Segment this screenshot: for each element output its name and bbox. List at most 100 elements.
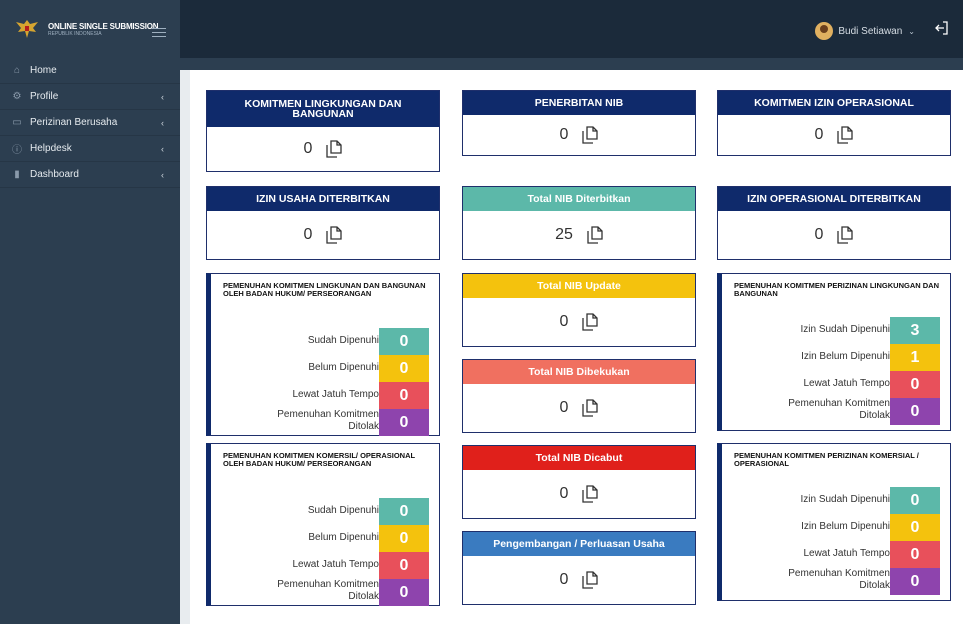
stat-perizinan-komersial: PEMENUHAN KOMITMEN PERIZINAN KOMERSIAL /… [717,443,951,601]
card-value: 0 [559,571,569,588]
card-value: 25 [555,226,573,243]
document-icon: ▭ [12,117,22,128]
chevron-left-icon: ‹ [161,169,164,180]
stat-label: Pemenuhan Komitmen Ditolak [277,579,379,602]
document-copy-icon [837,126,854,144]
sidebar-item-label: Dashboard [30,169,79,180]
chevron-left-icon: ‹ [161,91,164,102]
stat-value: 0 [379,498,429,525]
stat-title: PEMENUHAN KOMITMEN PERIZINAN LINGKUNGAN … [734,281,939,298]
sidebar-item-home[interactable]: ⌂ Home [0,58,180,84]
home-icon: ⌂ [13,65,21,76]
card-title: Total NIB Diterbitkan [463,187,695,211]
document-copy-icon [587,226,603,244]
card-title: PENERBITAN NIB [463,91,695,115]
stat-label: Pemenuhan Komitmen Ditolak [788,398,890,421]
card-title: KOMITMEN LINGKUNGAN DAN BANGUNAN [207,91,439,127]
stat-label: Lewat Jatuh Tempo [292,389,379,400]
sidebar: ⌂ Home ⚙ Profile ‹ ▭ Perizinan Berusaha … [0,58,180,624]
user-menu[interactable]: Budi Setiawan ⌄ [815,22,915,40]
card-pengembangan: Pengembangan / Perluasan Usaha 0 [462,531,696,605]
stat-label: Lewat Jatuh Tempo [803,548,890,559]
sidebar-item-helpdesk[interactable]: ⓘ Helpdesk ‹ [0,136,180,162]
sidebar-item-label: Home [30,65,57,76]
stat-value: 3 [890,317,940,344]
info-icon: ⓘ [12,145,22,156]
stat-value: 0 [379,552,429,579]
top-navbar: ONLINE SINGLE SUBMISSION REPUBLIK INDONE… [0,0,963,58]
chevron-left-icon: ‹ [161,143,164,154]
card-value: 0 [559,126,569,143]
stat-value: 0 [890,568,940,595]
stat-row: Sudah Dipenuhi 0 [211,328,439,355]
document-copy-icon [582,399,599,417]
card-title: Pengembangan / Perluasan Usaha [463,532,695,556]
stat-label: Izin Sudah Dipenuhi [800,494,890,505]
sidebar-item-profile[interactable]: ⚙ Profile ‹ [0,84,180,110]
stat-row: Sudah Dipenuhi 0 [211,498,439,525]
garuda-logo-icon [16,20,38,38]
card-value: 0 [559,485,569,502]
chevron-left-icon: ‹ [161,117,164,128]
stat-value: 0 [379,382,429,409]
content-header-strip [180,58,963,70]
card-komitmen-izin-operasional: KOMITMEN IZIN OPERASIONAL 0 [717,90,951,156]
document-copy-icon [582,571,599,589]
stat-row: Belum Dipenuhi 0 [211,355,439,382]
stat-value: 0 [890,541,940,568]
stat-row: Lewat Jatuh Tempo 0 [722,541,950,568]
menu-toggle-icon[interactable] [152,28,166,40]
brand-subtitle: REPUBLIK INDONESIA [48,30,102,37]
gear-icon: ⚙ [12,91,22,102]
brand-title: ONLINE SINGLE SUBMISSION [48,21,159,31]
card-value: 0 [303,226,313,243]
stat-row: Izin Sudah Dipenuhi 0 [722,487,950,514]
stat-title: PEMENUHAN KOMITMEN KOMERSIL/ OPERASIONAL… [223,451,415,468]
stat-row: Pemenuhan Komitmen Ditolak 0 [211,579,439,606]
card-title: IZIN USAHA DITERBITKAN [207,187,439,211]
stat-value: 0 [890,514,940,541]
stat-label: Izin Belum Dipenuhi [801,521,890,532]
stat-value: 0 [890,398,940,425]
card-title: Total NIB Update [463,274,695,298]
stat-perizinan-lingkungan: PEMENUHAN KOMITMEN PERIZINAN LINGKUNGAN … [717,273,951,431]
document-copy-icon [326,140,343,158]
card-komitmen-lingkungan: KOMITMEN LINGKUNGAN DAN BANGUNAN 0 [206,90,440,172]
stat-label: Pemenuhan Komitmen Ditolak [788,568,890,591]
card-nib-update: Total NIB Update 0 [462,273,696,347]
card-title: Total NIB Dicabut [463,446,695,470]
card-value: 0 [559,313,569,330]
card-title: Total NIB Dibekukan [463,360,695,384]
stat-label: Lewat Jatuh Tempo [803,378,890,389]
stat-value: 0 [890,487,940,514]
stat-value: 0 [379,328,429,355]
card-nib-dicabut: Total NIB Dicabut 0 [462,445,696,519]
stat-row: Lewat Jatuh Tempo 0 [211,552,439,579]
stat-komersil-badan-hukum: PEMENUHAN KOMITMEN KOMERSIL/ OPERASIONAL… [206,443,440,606]
stat-value: 0 [379,525,429,552]
stat-value: 0 [379,409,429,436]
sidebar-item-label: Helpdesk [30,143,72,154]
card-title: IZIN OPERASIONAL DITERBITKAN [718,187,950,211]
stat-label: Lewat Jatuh Tempo [292,559,379,570]
stat-label: Sudah Dipenuhi [307,505,379,516]
sidebar-item-perizinan[interactable]: ▭ Perizinan Berusaha ‹ [0,110,180,136]
logout-icon[interactable] [935,21,949,35]
document-copy-icon [326,226,343,244]
stat-title: PEMENUHAN KOMITMEN PERIZINAN KOMERSIAL /… [734,451,919,468]
card-total-nib-diterbitkan: Total NIB Diterbitkan 25 [462,186,696,260]
card-value: 0 [303,140,313,157]
stat-row: Pemenuhan Komitmen Ditolak 0 [211,409,439,436]
document-copy-icon [837,226,854,244]
card-value: 0 [814,226,824,243]
document-copy-icon [582,485,599,503]
card-value: 0 [559,399,569,416]
sidebar-item-label: Perizinan Berusaha [30,117,118,128]
stat-label: Belum Dipenuhi [308,532,379,543]
sidebar-item-dashboard[interactable]: ▮ Dashboard ‹ [0,162,180,188]
document-copy-icon [582,313,599,331]
stat-row: Izin Belum Dipenuhi 1 [722,344,950,371]
user-name: Budi Setiawan [838,25,903,37]
stat-label: Izin Sudah Dipenuhi [800,324,890,335]
document-copy-icon [582,126,599,144]
